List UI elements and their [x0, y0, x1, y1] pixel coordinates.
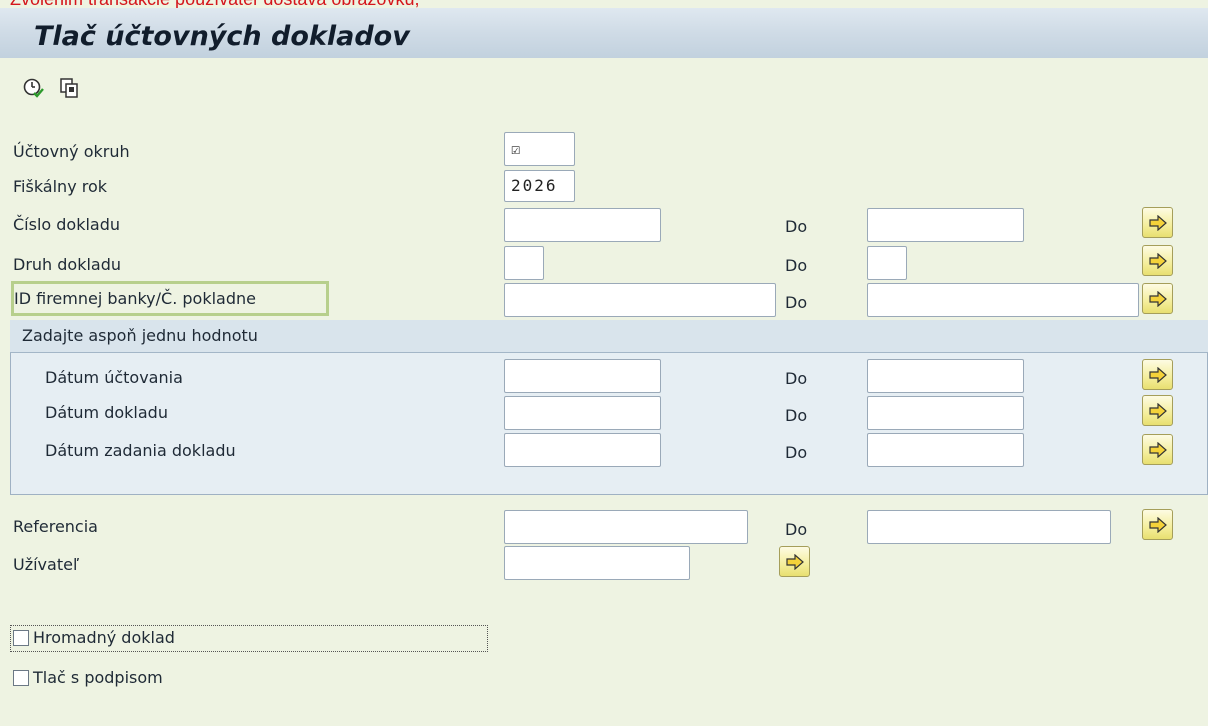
reference-label: Referencia: [13, 517, 98, 536]
company-code-input[interactable]: ☑: [504, 132, 575, 166]
house-bank-multiple-selection-button[interactable]: [1142, 283, 1173, 314]
reference-from-input[interactable]: [504, 510, 748, 544]
page-title: Tlač účtovných dokladov: [34, 21, 410, 52]
get-variant-button[interactable]: [58, 76, 80, 100]
posting-date-label: Dátum účtovania: [45, 368, 183, 387]
company-code-label: Účtovný okruh: [13, 142, 130, 161]
doc-date-from-input[interactable]: [504, 396, 661, 430]
reference-to-label: Do: [785, 520, 808, 539]
doc-number-label: Číslo dokladu: [13, 215, 121, 234]
print-signature-label: Tlač s podpisom: [33, 668, 163, 687]
house-bank-label: ID firemnej banky/Č. pokladne: [14, 289, 256, 308]
house-bank-to-input[interactable]: [867, 283, 1139, 317]
doc-type-to-input[interactable]: [867, 246, 907, 280]
entry-date-multiple-selection-button[interactable]: [1142, 434, 1173, 465]
arrow-right-icon: [1148, 402, 1167, 419]
user-label: Užívateľ: [13, 555, 79, 574]
posting-date-multiple-selection-button[interactable]: [1142, 359, 1173, 390]
print-signature-checkbox[interactable]: [13, 670, 29, 686]
arrow-right-icon: [1148, 366, 1167, 383]
doc-number-multiple-selection-button[interactable]: [1142, 207, 1173, 238]
get-variant-icon: [60, 78, 78, 98]
doc-number-to-input[interactable]: [867, 208, 1024, 242]
doc-date-to-label: Do: [785, 406, 808, 425]
fiscal-year-label: Fiškálny rok: [13, 177, 108, 196]
posting-date-to-label: Do: [785, 369, 808, 388]
arrow-right-icon: [1148, 214, 1167, 231]
doc-type-from-input[interactable]: [504, 246, 544, 280]
user-multiple-selection-button[interactable]: [779, 546, 810, 577]
execute-button[interactable]: [22, 76, 44, 100]
house-bank-to-label: Do: [785, 293, 808, 312]
arrow-right-icon: [1148, 516, 1167, 533]
house-bank-from-input[interactable]: [504, 283, 776, 317]
entry-date-to-input[interactable]: [867, 433, 1024, 467]
entry-date-label: Dátum zadania dokladu: [45, 441, 236, 460]
doc-type-multiple-selection-button[interactable]: [1142, 245, 1173, 276]
date-group-title: Zadajte aspoň jednu hodnotu: [22, 326, 258, 345]
posting-date-to-input[interactable]: [867, 359, 1024, 393]
mass-doc-checkbox[interactable]: [13, 630, 29, 646]
doc-date-multiple-selection-button[interactable]: [1142, 395, 1173, 426]
execute-clock-icon: [23, 78, 44, 98]
entry-date-to-label: Do: [785, 443, 808, 462]
doc-date-label: Dátum dokladu: [45, 403, 168, 422]
reference-multiple-selection-button[interactable]: [1142, 509, 1173, 540]
doc-number-from-input[interactable]: [504, 208, 661, 242]
doc-date-to-input[interactable]: [867, 396, 1024, 430]
arrow-right-icon: [1148, 252, 1167, 269]
entry-date-from-input[interactable]: [504, 433, 661, 467]
arrow-right-icon: [1148, 441, 1167, 458]
posting-date-from-input[interactable]: [504, 359, 661, 393]
fiscal-year-input[interactable]: 2026: [504, 170, 575, 202]
arrow-right-icon: [785, 553, 804, 570]
doc-type-to-label: Do: [785, 256, 808, 275]
reference-to-input[interactable]: [867, 510, 1111, 544]
mass-doc-label: Hromadný doklad: [33, 628, 175, 647]
doc-number-to-label: Do: [785, 217, 808, 236]
user-input[interactable]: [504, 546, 690, 580]
doc-type-label: Druh dokladu: [13, 255, 122, 274]
arrow-right-icon: [1148, 290, 1167, 307]
title-bar: Tlač účtovných dokladov: [0, 8, 1208, 58]
